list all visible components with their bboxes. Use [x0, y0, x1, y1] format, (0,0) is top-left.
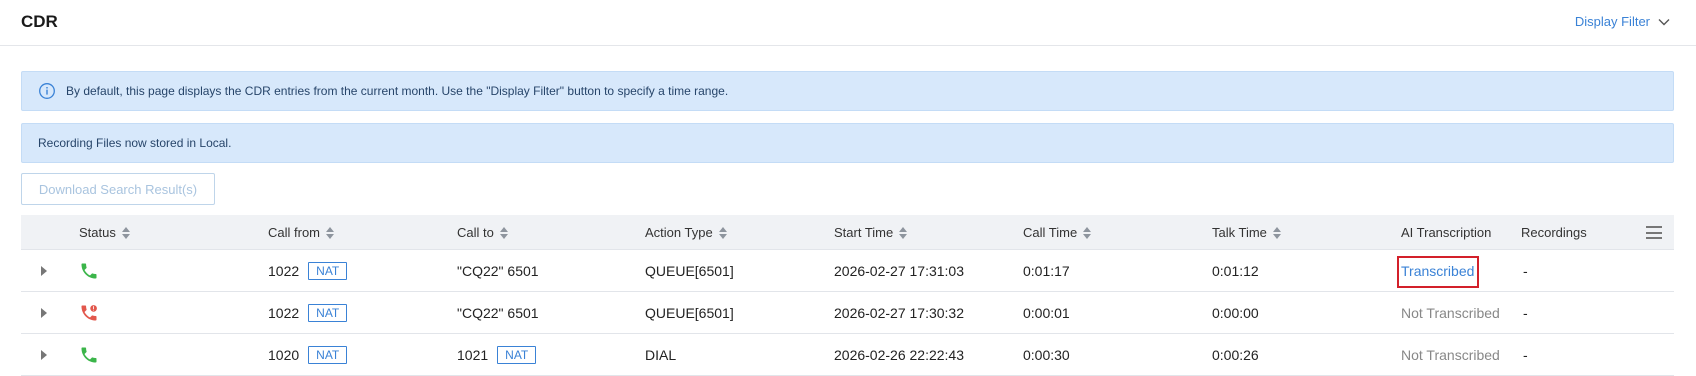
nat-badge: NAT	[308, 262, 348, 280]
phone-answered-icon	[81, 347, 97, 363]
call-from-cell: 1022 NAT	[268, 250, 348, 292]
transcribed-link[interactable]: Transcribed	[1401, 250, 1474, 292]
page-title: CDR	[21, 12, 58, 31]
column-label: Call from	[268, 225, 321, 240]
ai-transcription-cell: Not Transcribed	[1401, 305, 1500, 321]
column-header-ai-transcription: AI Transcription	[1401, 215, 1491, 250]
call-to-cell: "CQ22" 6501	[457, 250, 539, 292]
download-search-results-button[interactable]: Download Search Result(s)	[21, 173, 215, 205]
sort-icon[interactable]	[326, 226, 335, 239]
call-to-cell: "CQ22" 6501	[457, 292, 539, 334]
call-to-value: "CQ22" 6501	[457, 305, 539, 321]
call-time-cell: 0:00:30	[1023, 347, 1070, 363]
sort-icon[interactable]	[718, 226, 727, 239]
expand-row-icon[interactable]	[41, 308, 47, 318]
call-from-cell: 1022 NAT	[268, 292, 348, 334]
column-header-call-time[interactable]: Call Time	[1023, 215, 1092, 250]
sort-icon[interactable]	[121, 226, 130, 239]
column-header-recordings: Recordings	[1521, 215, 1587, 250]
call-time-cell: 0:00:01	[1023, 305, 1070, 321]
table-row: 1022 NAT "CQ22" 6501 QUEUE[6501] 2026-02…	[21, 292, 1674, 334]
column-header-status[interactable]: Status	[79, 215, 130, 250]
sort-icon[interactable]	[499, 226, 508, 239]
action-type-cell: QUEUE[6501]	[645, 305, 734, 321]
column-label: AI Transcription	[1401, 225, 1492, 240]
cdr-table: Status Call from Call to Action Type Sta…	[21, 215, 1674, 376]
call-from-value: 1022	[268, 263, 300, 279]
column-label: Call to	[457, 225, 494, 240]
table-row: 1020 NAT 1021 NAT DIAL 2026-02-26 22:22:…	[21, 334, 1674, 376]
talk-time-cell: 0:01:12	[1212, 263, 1259, 279]
column-label: Start Time	[834, 225, 894, 240]
recordings-cell: -	[1523, 347, 1528, 363]
column-label: Call Time	[1023, 225, 1078, 240]
display-filter-button[interactable]: Display Filter	[1575, 14, 1670, 29]
sort-icon[interactable]	[1272, 226, 1281, 239]
start-time-cell: 2026-02-26 22:22:43	[834, 347, 964, 363]
info-icon	[39, 83, 55, 99]
nat-badge: NAT	[497, 346, 537, 364]
talk-time-cell: 0:00:26	[1212, 347, 1259, 363]
top-bar: CDR Display Filter	[0, 0, 1696, 46]
phone-answered-icon	[81, 263, 97, 279]
call-from-cell: 1020 NAT	[268, 334, 348, 376]
nat-badge: NAT	[308, 304, 348, 322]
table-header: Status Call from Call to Action Type Sta…	[21, 215, 1674, 250]
column-header-talk-time[interactable]: Talk Time	[1212, 215, 1281, 250]
column-label: Talk Time	[1212, 225, 1267, 240]
info-banner-text: By default, this page displays the CDR e…	[66, 84, 729, 98]
column-menu-icon[interactable]	[1646, 226, 1662, 239]
action-type-cell: DIAL	[645, 347, 677, 363]
call-time-cell: 0:01:17	[1023, 263, 1070, 279]
storage-banner-text: Recording Files now stored in Local.	[38, 136, 232, 150]
recordings-cell: -	[1523, 263, 1528, 279]
start-time-cell: 2026-02-27 17:31:03	[834, 263, 964, 279]
recordings-cell: -	[1523, 305, 1528, 321]
display-filter-label: Display Filter	[1574, 14, 1650, 29]
info-banner: By default, this page displays the CDR e…	[21, 71, 1674, 111]
column-header-call-from[interactable]: Call from	[268, 215, 335, 250]
call-from-value: 1022	[268, 305, 300, 321]
sort-icon[interactable]	[899, 226, 908, 239]
column-label: Status	[79, 225, 116, 240]
chevron-down-icon	[1658, 18, 1670, 25]
phone-missed-icon	[81, 304, 98, 321]
column-label: Action Type	[645, 225, 713, 240]
action-type-cell: QUEUE[6501]	[645, 263, 734, 279]
column-label: Recordings	[1521, 225, 1587, 240]
start-time-cell: 2026-02-27 17:30:32	[834, 305, 964, 321]
column-header-action-type[interactable]: Action Type	[645, 215, 727, 250]
column-header-call-to[interactable]: Call to	[457, 215, 508, 250]
sort-icon[interactable]	[1083, 226, 1092, 239]
talk-time-cell: 0:00:00	[1212, 305, 1259, 321]
storage-banner: Recording Files now stored in Local.	[21, 123, 1674, 163]
expand-row-icon[interactable]	[41, 350, 47, 360]
ai-transcription-cell: Not Transcribed	[1401, 347, 1500, 363]
table-row: 1022 NAT "CQ22" 6501 QUEUE[6501] 2026-02…	[21, 250, 1674, 292]
column-header-start-time[interactable]: Start Time	[834, 215, 908, 250]
expand-row-icon[interactable]	[41, 266, 47, 276]
call-to-value: "CQ22" 6501	[457, 263, 539, 279]
call-to-cell: 1021 NAT	[457, 334, 537, 376]
call-from-value: 1020	[268, 347, 300, 363]
call-to-value: 1021	[457, 347, 489, 363]
nat-badge: NAT	[308, 346, 348, 364]
